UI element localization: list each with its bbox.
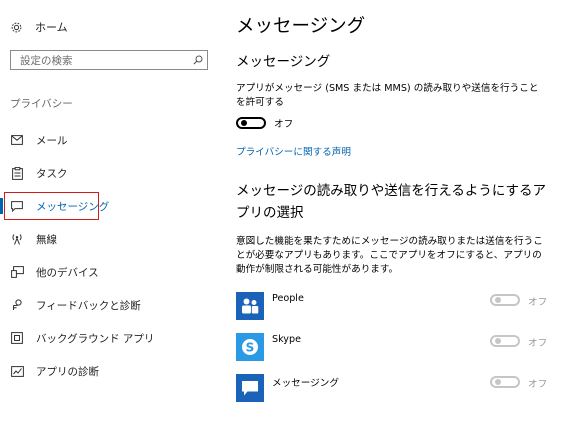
- toggle-knob: [495, 338, 501, 344]
- sidebar-item-mail[interactable]: メール: [0, 129, 220, 151]
- messaging-app-toggle[interactable]: [490, 376, 520, 388]
- privacy-section-label: プライバシー: [10, 98, 73, 110]
- selected-indicator: [0, 198, 3, 214]
- messaging-app-icon: [236, 374, 264, 402]
- other-devices-icon: [10, 265, 24, 279]
- app-name-people: People: [272, 293, 304, 304]
- radio-icon: [10, 232, 24, 246]
- gear-icon: [9, 20, 23, 34]
- sidebar-item-label: アプリの診断: [36, 365, 99, 378]
- sidebar-item-label: 無線: [36, 233, 57, 246]
- feedback-icon: [10, 298, 24, 312]
- sidebar-item-tasks[interactable]: タスク: [0, 162, 220, 184]
- app-name-messaging: メッセージング: [272, 378, 339, 389]
- page-title: メッセージング: [236, 16, 366, 37]
- sidebar-item-other-devices[interactable]: 他のデバイス: [0, 261, 220, 283]
- skype-toggle-label: オフ: [528, 338, 548, 349]
- sidebar-item-feedback[interactable]: フィードバックと診断: [0, 294, 220, 316]
- people-toggle[interactable]: [490, 294, 520, 306]
- tasks-icon: [10, 166, 24, 180]
- app-name-skype: Skype: [272, 334, 301, 345]
- background-apps-icon: [10, 331, 24, 345]
- people-toggle-label: オフ: [528, 297, 548, 308]
- messaging-description: アプリがメッセージ (SMS または MMS) の読み取りや送信を行うことを許可…: [236, 83, 539, 108]
- sidebar-item-label: メール: [36, 134, 68, 147]
- sidebar-item-app-diagnostics[interactable]: アプリの診断: [0, 360, 220, 382]
- sidebar-item-label: 他のデバイス: [36, 266, 99, 279]
- toggle-knob: [495, 297, 501, 303]
- sidebar-item-label: タスク: [36, 167, 68, 180]
- home-nav[interactable]: ホーム: [9, 18, 68, 36]
- skype-toggle[interactable]: [490, 335, 520, 347]
- search-box[interactable]: 設定の検索: [10, 50, 208, 70]
- sidebar-item-background-apps[interactable]: バックグラウンド アプリ: [0, 327, 220, 349]
- messaging-toggle-label: オフ: [274, 119, 294, 130]
- home-label: ホーム: [35, 21, 68, 34]
- skype-icon: S: [236, 333, 264, 361]
- search-icon[interactable]: [189, 55, 207, 65]
- section-subtitle: メッセージング: [236, 54, 331, 70]
- sidebar-item-label: バックグラウンド アプリ: [36, 332, 155, 345]
- toggle-knob: [495, 379, 501, 385]
- sidebar-item-label: フィードバックと診断: [36, 299, 141, 312]
- app-diagnostics-icon: [10, 364, 24, 378]
- apps-heading: メッセージの読み取りや送信を行えるようにするアプリの選択: [236, 183, 546, 221]
- sidebar-item-radio[interactable]: 無線: [0, 228, 220, 250]
- messaging-toggle[interactable]: [236, 117, 266, 129]
- toggle-knob: [241, 120, 247, 126]
- search-input[interactable]: 設定の検索: [11, 53, 189, 68]
- messaging-app-toggle-label: オフ: [528, 379, 548, 390]
- privacy-statement-link[interactable]: プライバシーに関する声明: [236, 144, 351, 158]
- selection-highlight: [4, 192, 99, 220]
- svg-text:S: S: [246, 341, 255, 355]
- people-icon: [236, 292, 264, 320]
- apps-description: 意図した機能を果たすためにメッセージの読み取りまたは送信を行うことが必要なアプリ…: [236, 236, 543, 275]
- mail-icon: [10, 133, 24, 147]
